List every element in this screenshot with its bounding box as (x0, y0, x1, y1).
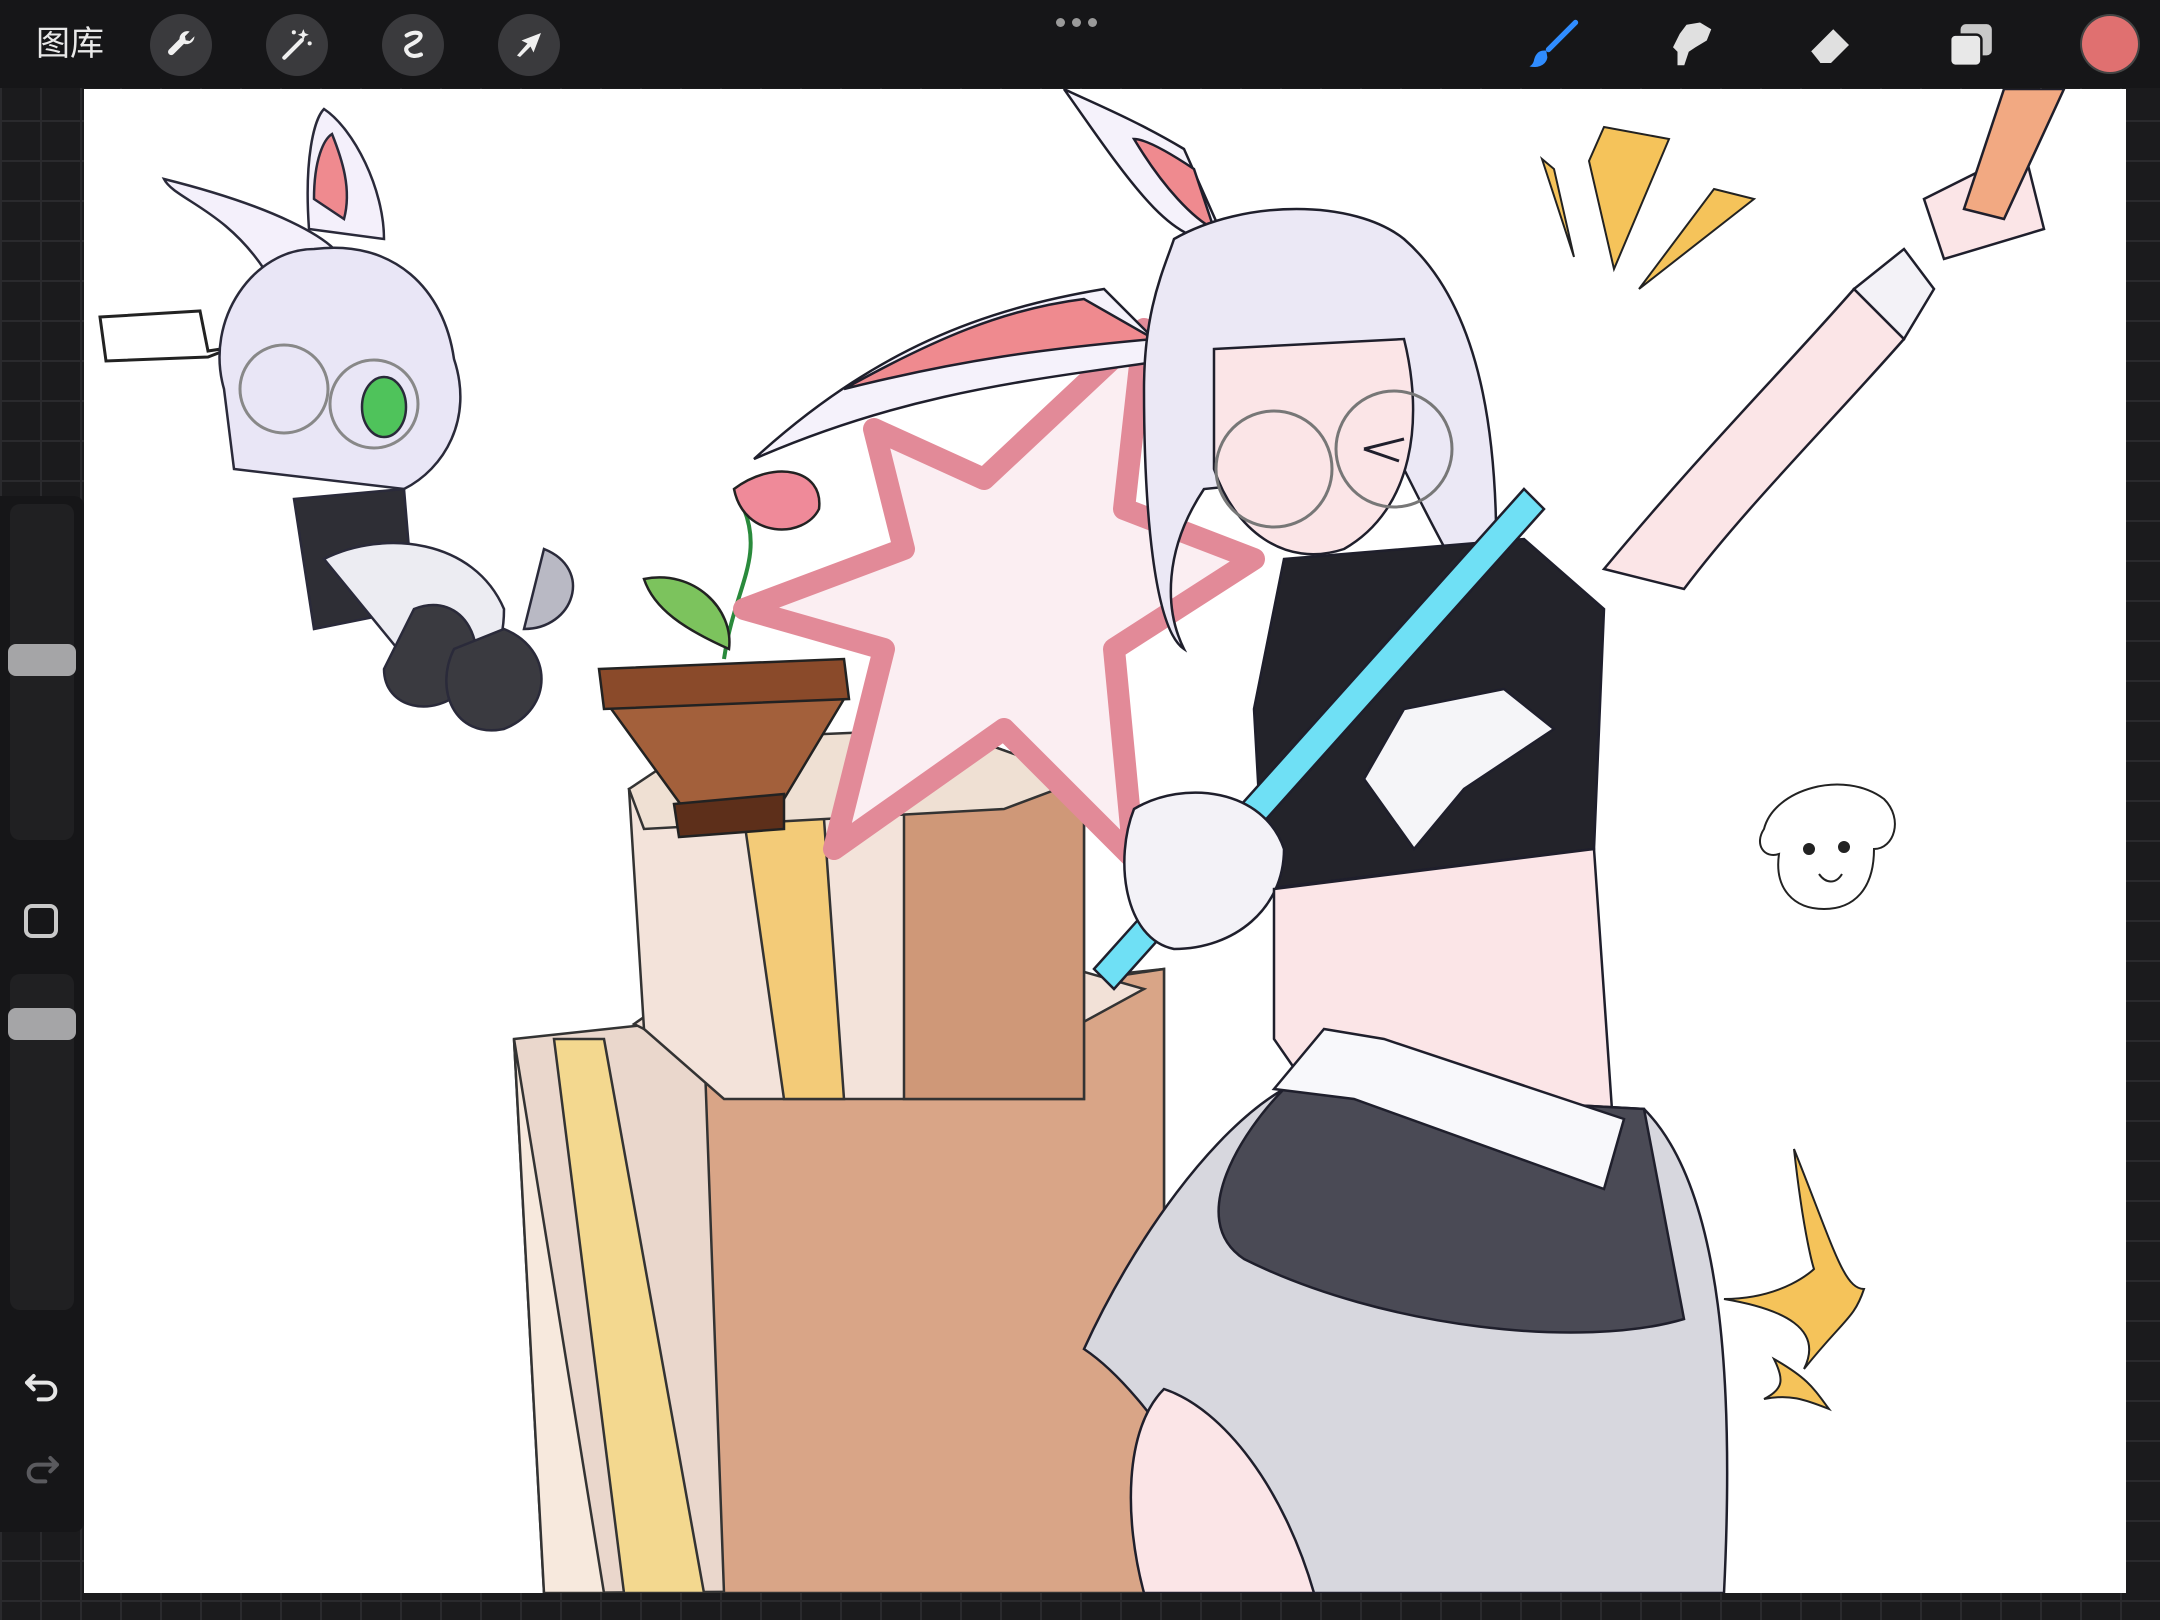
redo-icon (26, 1456, 59, 1484)
brush-icon (1529, 19, 1579, 68)
undo-button[interactable] (20, 1364, 64, 1408)
actions-button[interactable] (150, 14, 212, 76)
eraser-tool[interactable] (1800, 14, 1862, 76)
color-picker-button[interactable] (2082, 16, 2138, 72)
dot (1088, 18, 1097, 27)
chibi-character (161, 107, 575, 732)
transform-button[interactable] (498, 14, 560, 76)
emphasis-marks (1539, 125, 1757, 290)
cat-doodle (1759, 783, 1896, 911)
left-sidebar (0, 496, 84, 1532)
sparkles (1723, 1148, 1866, 1412)
selection-icon (404, 30, 423, 58)
top-toolbar: 图库 (0, 0, 2160, 88)
selection-button[interactable] (382, 14, 444, 76)
drawing-canvas[interactable] (84, 89, 2126, 1593)
adjustments-button[interactable] (266, 14, 328, 76)
undo-icon (25, 1374, 58, 1402)
magic-wand-icon (282, 29, 312, 60)
modify-button[interactable] (24, 904, 58, 938)
gallery-button[interactable]: 图库 (36, 22, 104, 66)
layers-tool[interactable] (1940, 14, 2002, 76)
layers-icon (1948, 24, 1992, 68)
smudge-icon (1673, 22, 1712, 66)
speech-bubble-sketch (98, 309, 235, 363)
arrow-cursor-icon (517, 33, 541, 57)
more-options[interactable] (1056, 18, 1097, 27)
eraser-icon (1810, 29, 1849, 64)
opacity-thumb[interactable] (8, 1008, 76, 1040)
brush-tool[interactable] (1522, 14, 1584, 76)
brush-size-thumb[interactable] (8, 644, 76, 676)
smudge-tool[interactable] (1660, 14, 1722, 76)
dot (1072, 18, 1081, 27)
dot (1056, 18, 1065, 27)
wrench-icon (168, 31, 195, 56)
artwork (98, 89, 2066, 1593)
redo-button[interactable] (20, 1446, 64, 1490)
